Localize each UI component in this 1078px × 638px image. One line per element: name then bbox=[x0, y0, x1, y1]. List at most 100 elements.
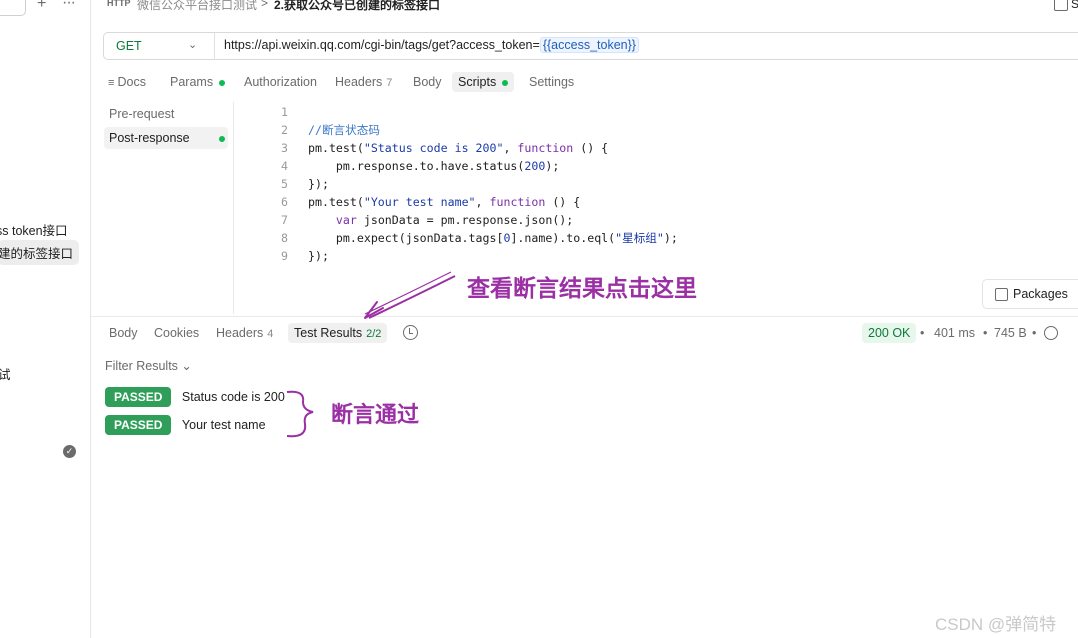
tab-scripts[interactable]: Scripts bbox=[452, 72, 515, 92]
code-keyword: function bbox=[517, 141, 574, 155]
breadcrumb-separator: > bbox=[261, 0, 269, 10]
scripts-dot bbox=[502, 79, 509, 86]
method-select[interactable]: GET bbox=[116, 39, 142, 53]
passed-badge: PASSED bbox=[105, 415, 172, 435]
tab-docs[interactable]: ≡ Docs bbox=[108, 75, 146, 89]
line-number: 2 bbox=[281, 123, 288, 137]
watermark: CSDN @弹简特 bbox=[935, 615, 1057, 634]
code-token: pm.expect(jsonData.tags[ bbox=[308, 231, 504, 245]
tab-body[interactable]: Body bbox=[413, 75, 442, 89]
chevron-down-icon[interactable]: ⌄ bbox=[188, 38, 197, 51]
line-number: 9 bbox=[281, 249, 288, 263]
save-button[interactable]: S bbox=[1071, 0, 1078, 11]
breadcrumb-current: 2.获取公众号已创建的标签接口 bbox=[274, 0, 441, 12]
line-number: 7 bbox=[281, 213, 288, 227]
annotation-brace bbox=[286, 390, 314, 438]
package-icon bbox=[995, 288, 1008, 301]
response-tab-test-results[interactable]: Test Results 2/2 bbox=[288, 323, 388, 343]
code-token: }); bbox=[308, 249, 329, 263]
more-icon[interactable]: ··· bbox=[62, 0, 76, 12]
passed-badge: PASSED bbox=[105, 387, 172, 407]
response-tab-headers-label: Headers bbox=[216, 326, 264, 340]
result-name: Your test name bbox=[181, 418, 266, 432]
code-token: jsonData = pm.response.json(); bbox=[356, 213, 574, 227]
line-number: 5 bbox=[281, 177, 288, 191]
result-name: Status code is 200 bbox=[181, 390, 285, 404]
tab-headers-count: 7 bbox=[386, 77, 393, 89]
post-response-dot bbox=[219, 136, 225, 142]
add-icon[interactable]: + bbox=[37, 0, 46, 13]
code-string: "星标组" bbox=[615, 231, 664, 245]
tab-authorization[interactable]: Authorization bbox=[244, 75, 317, 89]
annotation-arrow-note: 查看断言结果点击这里 bbox=[467, 276, 697, 302]
url-input[interactable]: https://api.weixin.qq.com/cgi-bin/tags/g… bbox=[224, 37, 639, 53]
tab-scripts-label: Scripts bbox=[458, 75, 497, 89]
meta-bullet: • bbox=[920, 326, 925, 340]
url-variable[interactable]: {{access_token}} bbox=[539, 37, 639, 53]
line-number: 6 bbox=[281, 195, 288, 209]
url-prefix: https://api.weixin.qq.com/cgi-bin/tags/g… bbox=[224, 38, 540, 52]
check-circle-icon: ✓ bbox=[63, 445, 76, 458]
code-token: }); bbox=[308, 177, 329, 191]
code-comment: //断言状态码 bbox=[308, 123, 380, 137]
sidebar-search-input[interactable] bbox=[0, 0, 26, 16]
sidebar-item-tags[interactable]: 建的标签接口 bbox=[0, 240, 80, 265]
code-number: 200 bbox=[524, 159, 546, 173]
history-icon[interactable] bbox=[403, 325, 418, 340]
status-badge[interactable]: 200 OK bbox=[862, 323, 917, 343]
packages-button[interactable]: Packages bbox=[982, 279, 1078, 309]
code-token: ].name).to.eql( bbox=[510, 231, 616, 245]
line-number: 4 bbox=[281, 159, 288, 173]
response-tab-body[interactable]: Body bbox=[109, 326, 138, 340]
response-size[interactable]: 745 B bbox=[994, 326, 1027, 340]
code-keyword: var bbox=[335, 213, 357, 227]
result-row: PASSED Your test name bbox=[105, 415, 266, 435]
response-tab-cookies[interactable]: Cookies bbox=[154, 326, 199, 340]
code-token: pm.test( bbox=[308, 195, 364, 209]
code-token: ); bbox=[545, 159, 560, 173]
code-token: ); bbox=[663, 231, 678, 245]
params-dot bbox=[219, 79, 226, 86]
line-number: 3 bbox=[281, 141, 288, 155]
line-number: 1 bbox=[281, 105, 288, 119]
sidebar-item-test[interactable]: 试 bbox=[0, 364, 11, 383]
sidebar: + ··· ss token接口 建的标签接口 试 ✓ bbox=[0, 0, 91, 638]
tab-params-label: Params bbox=[170, 75, 214, 89]
meta-bullet: • bbox=[983, 326, 988, 340]
divider bbox=[214, 33, 215, 59]
meta-bullet: • bbox=[1032, 326, 1037, 340]
code-token: () { bbox=[545, 195, 581, 209]
tab-headers[interactable]: Headers 7 bbox=[335, 75, 392, 89]
response-tab-test-results-label: Test Results bbox=[294, 326, 363, 340]
line-number: 8 bbox=[281, 231, 288, 245]
breadcrumb-parent[interactable]: 微信公众平台接口测试 bbox=[137, 0, 257, 13]
tab-docs-label: Docs bbox=[117, 75, 146, 89]
code-keyword: function bbox=[489, 195, 546, 209]
code-string: "Status code is 200" bbox=[363, 141, 504, 155]
response-tab-headers[interactable]: Headers 4 bbox=[216, 326, 273, 340]
code-token: () { bbox=[573, 141, 609, 155]
save-icon[interactable] bbox=[1054, 0, 1068, 11]
http-badge-icon: HTTP bbox=[107, 0, 131, 8]
packages-label: Packages bbox=[1013, 287, 1068, 301]
script-pre-request[interactable]: Pre-request bbox=[109, 107, 174, 121]
result-row: PASSED Status code is 200 bbox=[105, 387, 285, 407]
code-token: , bbox=[503, 141, 518, 155]
annotation-arrow bbox=[364, 271, 456, 319]
sidebar-item-access-token[interactable]: ss token接口 bbox=[0, 220, 68, 239]
pane-divider[interactable] bbox=[91, 316, 1078, 317]
url-bar: GET ⌄ https://api.weixin.qq.com/cgi-bin/… bbox=[103, 32, 1078, 60]
response-time[interactable]: 401 ms bbox=[934, 326, 975, 340]
code-string: "Your test name" bbox=[363, 195, 476, 209]
code-token: pm.test( bbox=[308, 141, 364, 155]
annotation-brace-note: 断言通过 bbox=[331, 403, 420, 428]
filter-results-dropdown[interactable]: Filter Results ⌄ bbox=[105, 358, 192, 373]
tab-settings[interactable]: Settings bbox=[529, 75, 574, 89]
script-post-response[interactable]: Post-response bbox=[104, 127, 228, 149]
globe-icon[interactable] bbox=[1044, 326, 1058, 340]
script-post-response-label: Post-response bbox=[109, 131, 190, 145]
divider bbox=[233, 102, 234, 314]
tab-params[interactable]: Params bbox=[170, 75, 226, 89]
code-token: , bbox=[475, 195, 490, 209]
